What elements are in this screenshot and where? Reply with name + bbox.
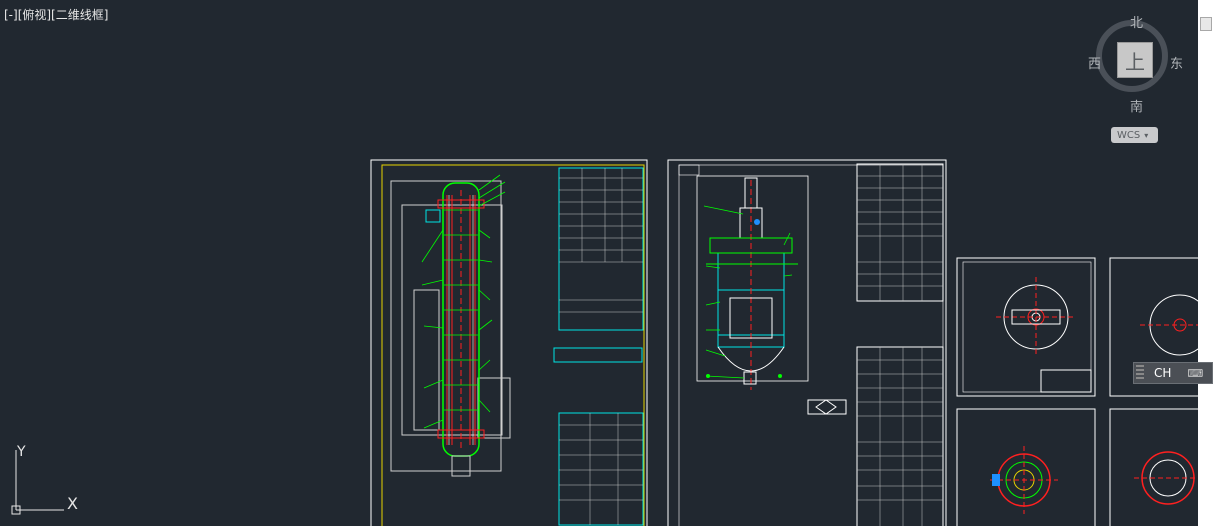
- detail-sheet-4: [1109, 408, 1198, 526]
- drawing-sheet-2: [667, 159, 947, 526]
- compass-west[interactable]: 西: [1088, 53, 1101, 72]
- drawing-canvas[interactable]: [0, 0, 1198, 526]
- ucs-x-label: X: [67, 494, 78, 513]
- compass-north[interactable]: 北: [1130, 12, 1143, 31]
- viewcube[interactable]: 上 北 南 东 西: [1086, 10, 1186, 115]
- wcs-label: WCS: [1117, 129, 1141, 141]
- compass-south[interactable]: 南: [1130, 96, 1143, 115]
- ime-language-bar[interactable]: CH ⌨: [1133, 362, 1213, 384]
- detail-sheet-1: [956, 257, 1096, 397]
- vertical-scrollbar[interactable]: [1198, 0, 1215, 526]
- wcs-menu-button[interactable]: WCS ▾: [1111, 127, 1158, 143]
- keyboard-icon[interactable]: ⌨: [1187, 367, 1203, 380]
- viewcube-top-face[interactable]: 上: [1117, 42, 1153, 78]
- ime-language[interactable]: CH: [1154, 366, 1171, 380]
- ucs-y-label: Y: [16, 444, 26, 460]
- scrollbar-thumb[interactable]: [1200, 17, 1212, 31]
- drawing-sheet-1: [370, 159, 648, 526]
- chevron-down-icon: ▾: [1144, 130, 1149, 140]
- ucs-icon: Y X: [6, 440, 96, 524]
- detail-sheet-3: [956, 408, 1096, 526]
- ime-grip-handle[interactable]: [1136, 365, 1144, 381]
- compass-east[interactable]: 东: [1170, 53, 1183, 72]
